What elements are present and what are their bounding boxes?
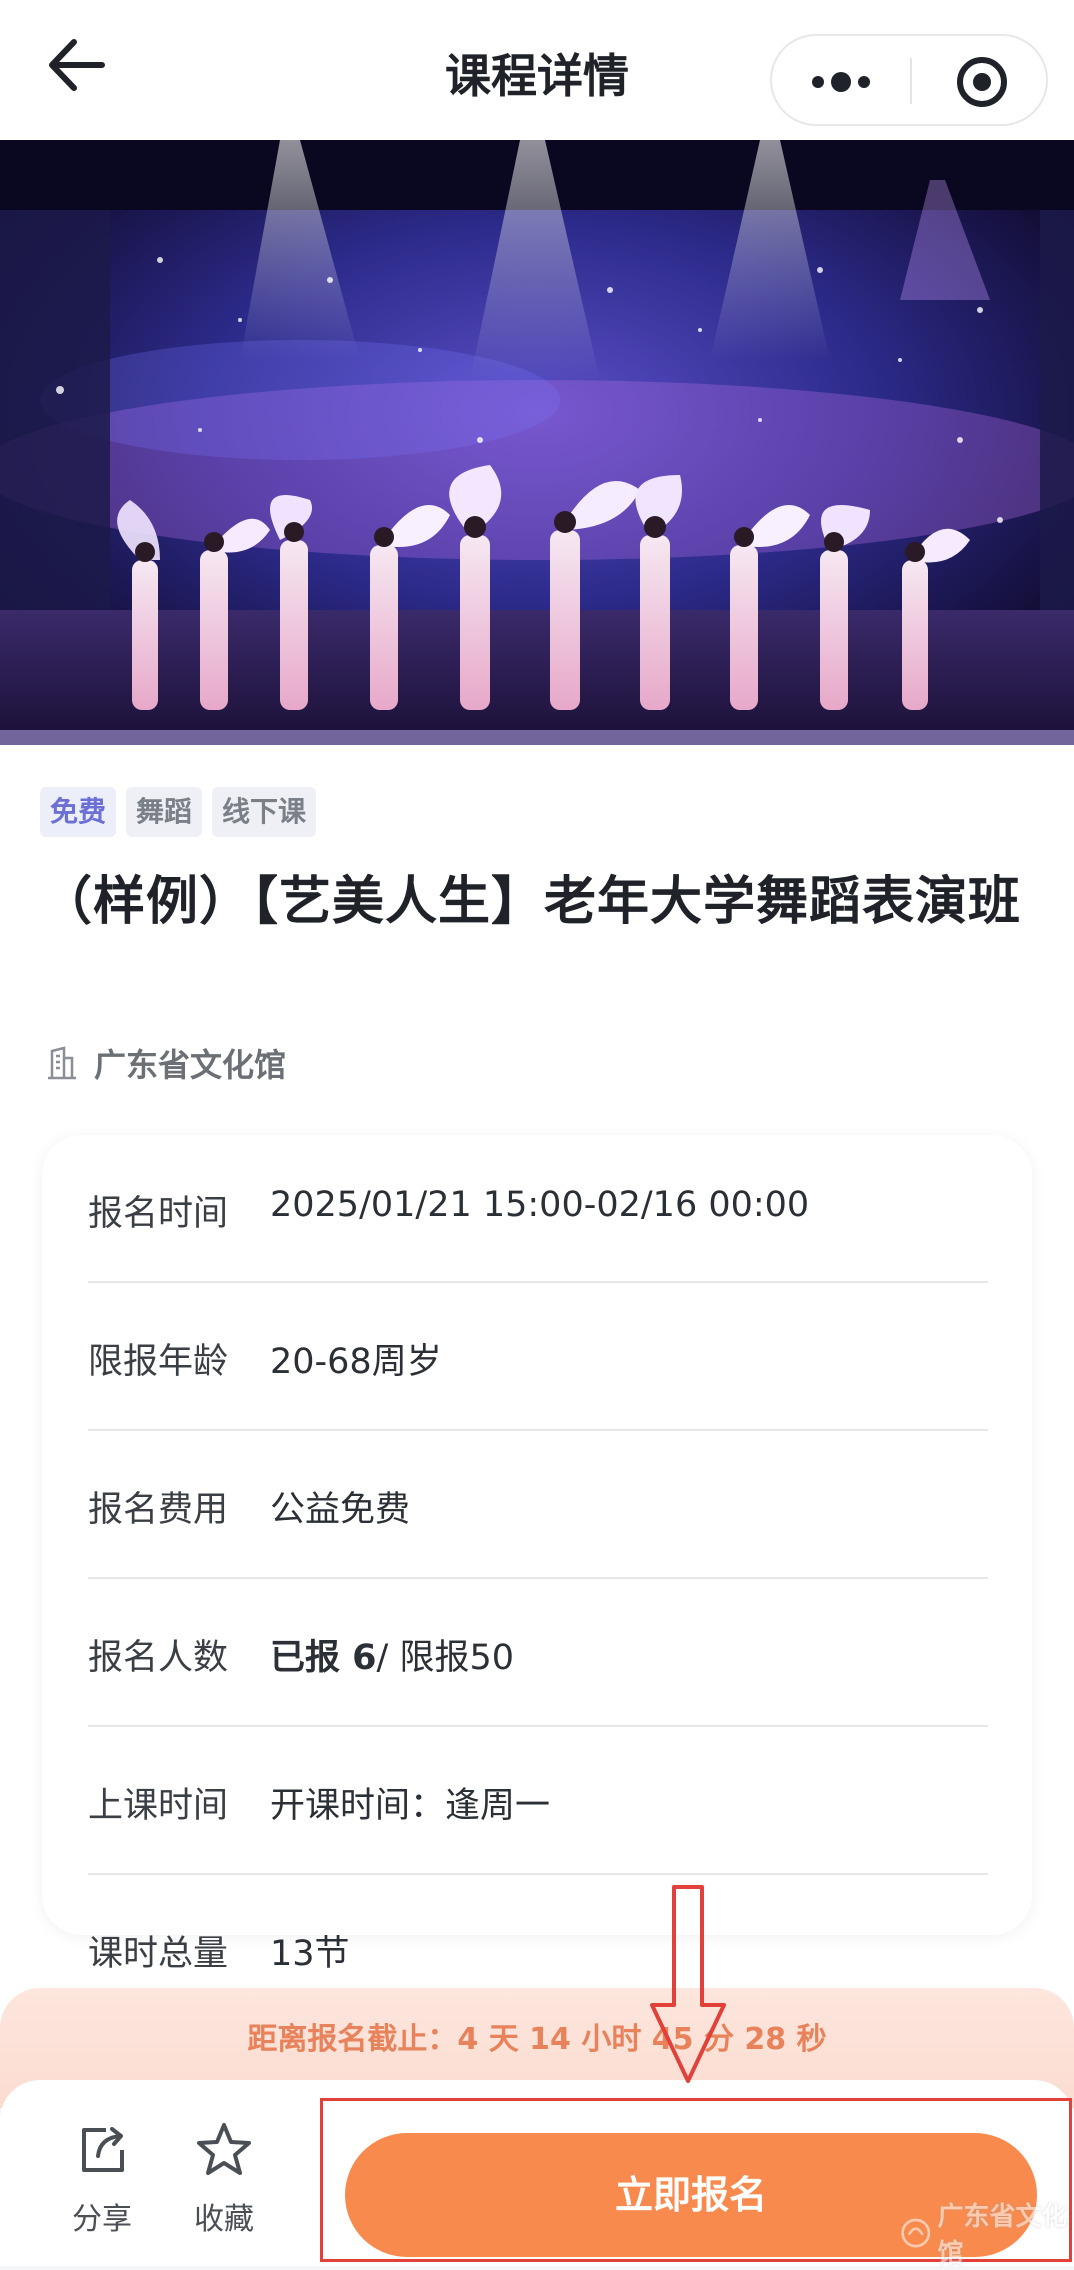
info-value: 20-68周岁 — [270, 1333, 442, 1384]
info-value: 13节 — [270, 1925, 350, 1976]
close-button[interactable] — [912, 36, 1048, 124]
more-button[interactable] — [772, 36, 910, 124]
info-row-enrollment: 报名人数 已报 6/ 限报50 — [88, 1579, 988, 1727]
info-row-age-limit: 限报年龄 20-68周岁 — [88, 1283, 988, 1431]
organizer[interactable]: 广东省文化馆 — [44, 1040, 286, 1086]
watermark-text: 广东省文化馆 — [938, 2196, 1074, 2270]
info-value: 公益免费 — [270, 1481, 410, 1532]
watermark: 广东省文化馆 — [900, 2196, 1074, 2270]
watermark-logo-icon — [900, 2215, 932, 2251]
more-dots-icon — [772, 36, 910, 124]
enrolled-count: 已报 6 — [270, 1638, 377, 1678]
building-icon — [44, 1045, 80, 1081]
organizer-name: 广东省文化馆 — [94, 1040, 286, 1086]
info-label: 报名费用 — [88, 1481, 228, 1532]
tag-category: 舞蹈 — [126, 787, 202, 837]
share-label: 分享 — [52, 2194, 152, 2238]
favorite-label: 收藏 — [174, 2194, 274, 2238]
info-row-class-time: 上课时间 开课时间：逢周一 — [88, 1727, 988, 1875]
share-button[interactable]: 分享 — [52, 2120, 152, 2238]
target-close-icon — [912, 36, 1048, 124]
info-label: 限报年龄 — [88, 1333, 228, 1384]
countdown-text: 距离报名截止：4 天 14 小时 45 分 28 秒 — [0, 2014, 1074, 2058]
info-label: 上课时间 — [88, 1777, 228, 1828]
tag-mode: 线下课 — [212, 787, 316, 837]
course-banner-image — [0, 140, 1074, 745]
enrollment-limit: / 限报50 — [377, 1638, 514, 1678]
info-label: 报名人数 — [88, 1629, 228, 1680]
info-label: 报名时间 — [88, 1185, 228, 1236]
info-row-signup-time: 报名时间 2025/01/21 15:00-02/16 00:00 — [88, 1135, 988, 1283]
info-value: 2025/01/21 15:00-02/16 00:00 — [270, 1185, 809, 1225]
info-label: 课时总量 — [88, 1925, 228, 1976]
mini-program-capsule — [770, 34, 1048, 126]
nav-header: 课程详情 — [0, 0, 1074, 140]
star-icon — [194, 2120, 254, 2180]
course-content: 免费 舞蹈 线下课 （样例）【艺美人生】老年大学舞蹈表演班 广东省文化馆 报名时… — [0, 745, 1074, 2095]
annotation-arrow-icon — [648, 1885, 728, 2085]
info-card: 报名时间 2025/01/21 15:00-02/16 00:00 限报年龄 2… — [42, 1135, 1032, 1935]
course-title: （样例）【艺美人生】老年大学舞蹈表演班 — [40, 860, 1040, 944]
tag-free: 免费 — [40, 787, 116, 837]
share-icon — [72, 2120, 132, 2180]
info-value: 开课时间：逢周一 — [270, 1777, 550, 1828]
tag-list: 免费 舞蹈 线下课 — [40, 787, 316, 837]
info-row-fee: 报名费用 公益免费 — [88, 1431, 988, 1579]
info-value: 已报 6/ 限报50 — [270, 1629, 514, 1680]
favorite-button[interactable]: 收藏 — [174, 2120, 274, 2238]
